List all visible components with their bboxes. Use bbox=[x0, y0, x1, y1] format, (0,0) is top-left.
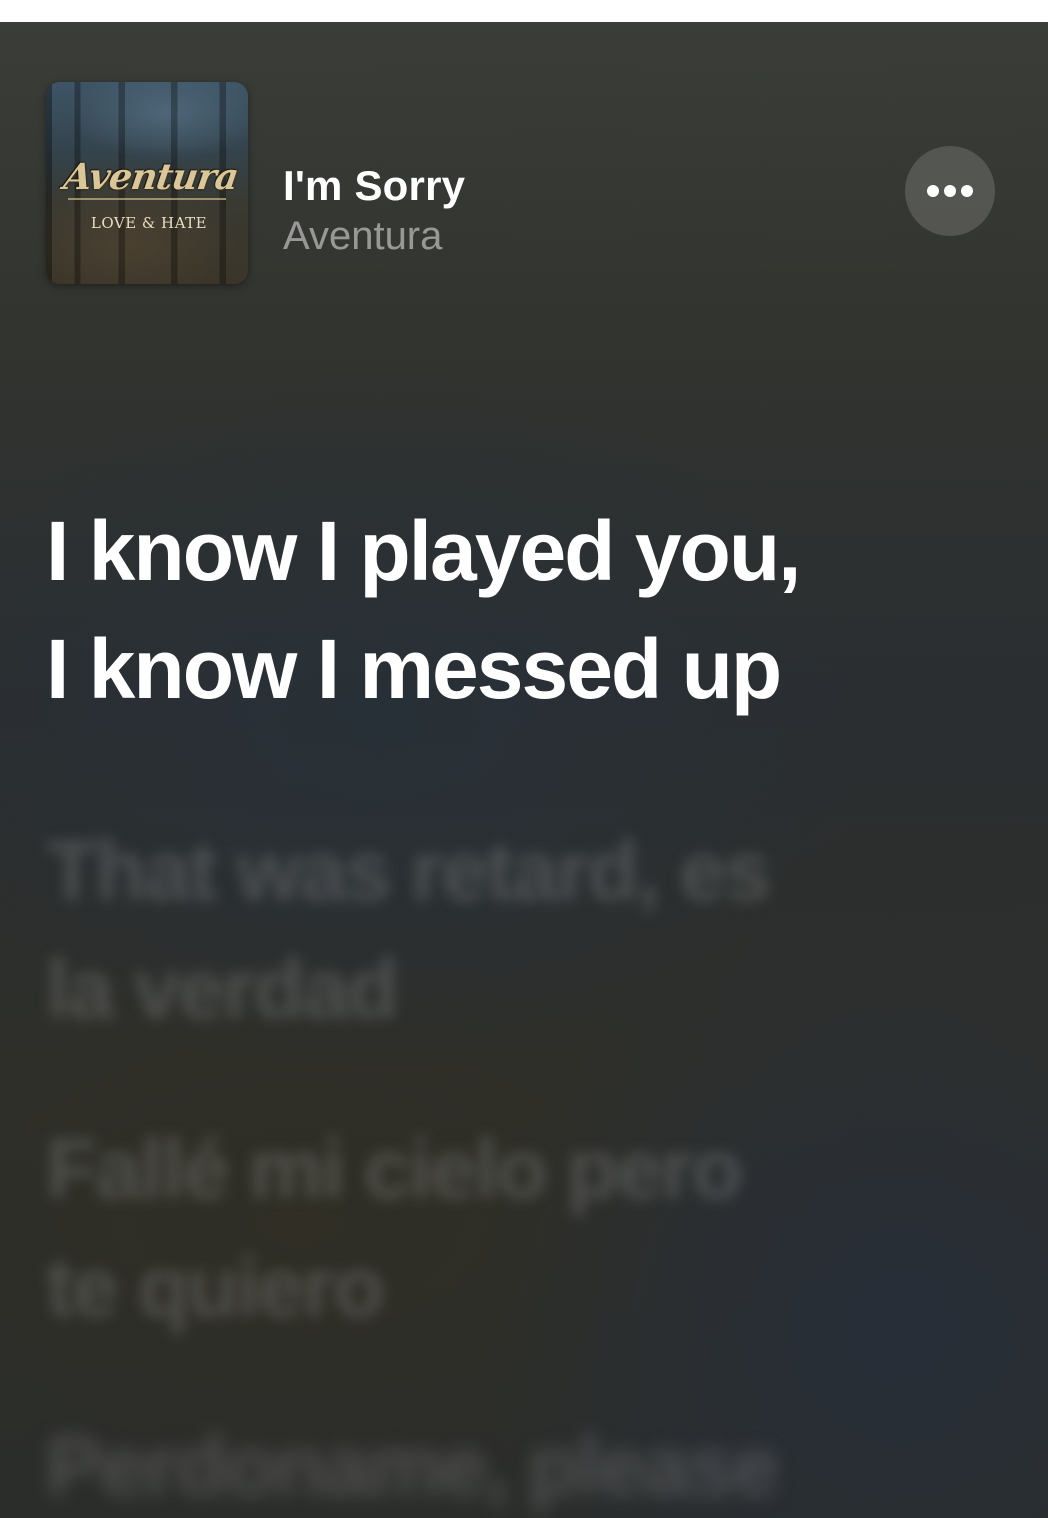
ellipsis-icon bbox=[927, 185, 973, 197]
album-logo-text: Aventura bbox=[61, 156, 241, 198]
album-subtitle-text: LOVE & HATE bbox=[90, 214, 208, 232]
active-lyric-text-1: I know I played you, bbox=[46, 504, 802, 598]
active-lyric-line[interactable]: I know I played you, I know I messed up bbox=[46, 492, 1006, 728]
lyric-text: That was retard, es bbox=[46, 824, 771, 918]
lyric-text: te quiero bbox=[46, 1240, 385, 1334]
more-options-button[interactable] bbox=[905, 146, 995, 236]
upcoming-lyric-line[interactable]: Perdoname, please bbox=[46, 1407, 1006, 1518]
lyrics-screen: Aventura LOVE & HATE I'm Sorry Aventura … bbox=[0, 22, 1048, 1518]
upcoming-lyric-line[interactable]: That was retard, es la verdad bbox=[46, 812, 1006, 1048]
album-logo-underline bbox=[68, 198, 226, 200]
lyric-text: Perdoname, please bbox=[46, 1419, 780, 1513]
song-title[interactable]: I'm Sorry bbox=[283, 162, 465, 210]
lyric-text: la verdad bbox=[46, 942, 399, 1036]
upcoming-lyric-line[interactable]: Fallé mi cielo pero te quiero bbox=[46, 1110, 1006, 1346]
lyric-text: Fallé mi cielo pero bbox=[46, 1122, 743, 1216]
album-artwork[interactable]: Aventura LOVE & HATE bbox=[46, 82, 248, 284]
active-lyric-text-2: I know I messed up bbox=[46, 622, 782, 716]
song-artist[interactable]: Aventura bbox=[283, 214, 442, 259]
